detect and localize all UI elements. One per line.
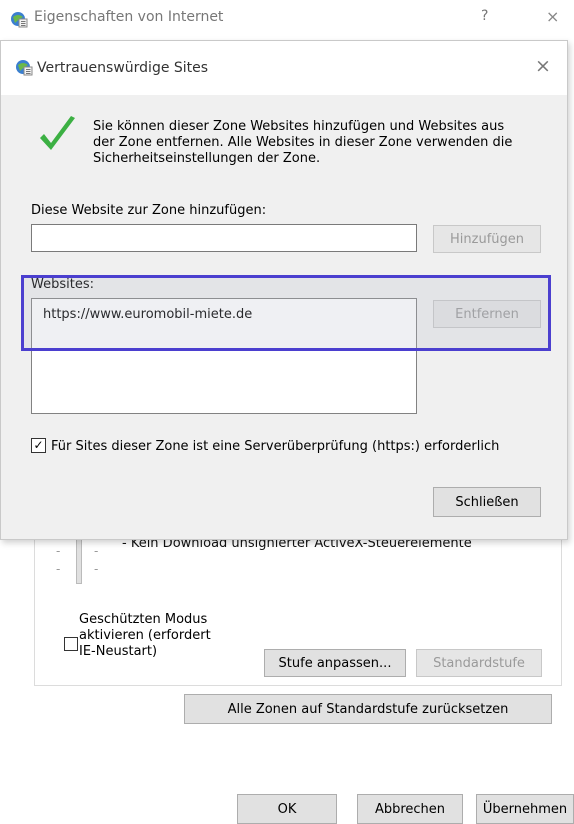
ie-globe-icon — [15, 58, 33, 80]
slider-tick: - — [56, 562, 61, 576]
protected-mode-checkbox[interactable] — [64, 637, 78, 651]
highlight-box — [21, 275, 551, 351]
slider-tick: - — [94, 544, 99, 558]
ok-button[interactable]: OK — [237, 794, 337, 824]
dialog-title-bar: Vertrauenswürdige Sites × — [1, 41, 567, 95]
parent-close-icon[interactable]: × — [546, 7, 559, 26]
checkmark-icon — [37, 114, 77, 158]
info-text: Sie können dieser Zone Websites hinzufüg… — [93, 119, 553, 167]
info-line: der Zone entfernen. Alle Websites in die… — [93, 135, 513, 150]
protected-mode-label: Geschützten Modus aktivieren (erfordert … — [79, 612, 211, 660]
add-website-input[interactable] — [31, 224, 417, 252]
slider-tick: - — [94, 562, 99, 576]
dialog-title: Vertrauenswürdige Sites — [37, 60, 209, 76]
reset-all-zones-button[interactable]: Alle Zonen auf Standardstufe zurücksetze… — [184, 694, 552, 724]
custom-level-button[interactable]: Stufe anpassen... — [264, 649, 406, 677]
protected-mode-line: aktivieren (erfordert — [79, 628, 211, 643]
ie-globe-icon — [10, 10, 28, 32]
protected-mode-line: IE-Neustart) — [79, 644, 158, 659]
cancel-button[interactable]: Abbrechen — [357, 794, 463, 824]
add-button[interactable]: Hinzufügen — [433, 225, 541, 253]
apply-button[interactable]: Übernehmen — [476, 794, 574, 824]
checkmark-icon: ✓ — [33, 438, 44, 452]
close-button[interactable]: Schließen — [433, 487, 541, 517]
info-line: Sie können dieser Zone Websites hinzufüg… — [93, 119, 505, 134]
add-website-label: Diese Website zur Zone hinzufügen: — [31, 203, 267, 218]
https-required-label: Für Sites dieser Zone ist eine Serverübe… — [51, 439, 500, 454]
slider-tick: - — [56, 544, 61, 558]
info-line: Sicherheitseinstellungen der Zone. — [93, 151, 321, 166]
protected-mode-line: Geschützten Modus — [79, 612, 208, 627]
help-icon[interactable]: ? — [481, 8, 488, 24]
default-level-button[interactable]: Standardstufe — [416, 649, 542, 677]
close-icon[interactable]: × — [535, 55, 551, 77]
parent-window-title: Eigenschaften von Internet — [34, 9, 224, 25]
parent-title-bar: Eigenschaften von Internet ? × — [0, 0, 574, 38]
https-required-checkbox[interactable]: ✓ — [31, 438, 46, 453]
